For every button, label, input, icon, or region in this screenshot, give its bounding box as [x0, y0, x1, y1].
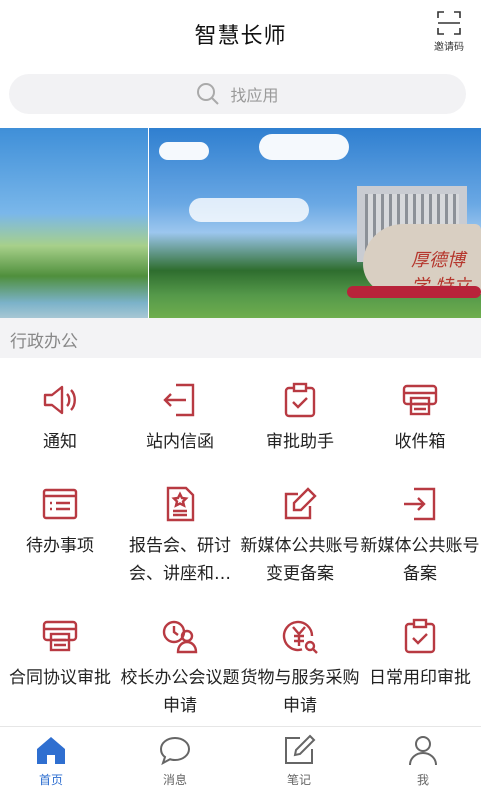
clipboard-check-icon — [360, 616, 480, 656]
app-label: 审批助手 — [266, 432, 334, 452]
top-bar: 智慧长师 邀请码 — [0, 0, 481, 66]
user-clock-icon — [120, 616, 240, 656]
section-header: 行政办公 — [0, 318, 481, 358]
document-star-icon — [120, 484, 240, 524]
app-label: 报告会、研讨会、讲座和… — [129, 536, 231, 584]
app-tile-contract-approval[interactable]: 合同协议审批 — [0, 616, 120, 692]
app-tile-notice[interactable]: 通知 — [0, 380, 120, 456]
app-tile-todo[interactable]: 待办事项 — [0, 484, 120, 560]
printer-icon — [0, 616, 120, 656]
app-tile-report-seminar[interactable]: 报告会、研讨会、讲座和… — [120, 484, 240, 588]
tab-home[interactable]: 首页 — [0, 733, 111, 788]
search-placeholder: 找应用 — [230, 86, 279, 105]
printer-icon — [360, 380, 480, 420]
home-icon — [0, 733, 111, 767]
campus-banner[interactable]: 厚德博学 特立 — [0, 128, 481, 318]
app-label: 新媒体公共账号变更备案 — [240, 536, 360, 584]
tab-notes[interactable]: 笔记 — [239, 733, 359, 788]
invite-code-button[interactable]: 邀请码 — [429, 10, 469, 53]
section-title: 行政办公 — [10, 332, 78, 352]
tab-messages[interactable]: 消息 — [115, 733, 235, 788]
app-label: 货物与服务采购申请 — [240, 668, 360, 716]
app-label: 校长办公会议题申请 — [120, 668, 240, 716]
app-tile-procurement[interactable]: 货物与服务采购申请 — [240, 616, 360, 720]
clipboard-check-icon — [240, 380, 360, 420]
notes-icon — [239, 733, 359, 767]
tab-label: 首页 — [38, 773, 63, 787]
app-label: 收件箱 — [394, 432, 446, 452]
app-label: 合同协议审批 — [9, 668, 111, 688]
invite-code-label: 邀请码 — [434, 42, 464, 53]
tab-label: 笔记 — [286, 773, 311, 787]
tab-label: 消息 — [162, 773, 187, 787]
scan-icon — [429, 10, 469, 36]
yuan-search-icon — [240, 616, 360, 656]
list-icon — [0, 484, 120, 524]
app-label: 待办事项 — [26, 536, 94, 556]
app-tile-president-meeting[interactable]: 校长办公会议题申请 — [120, 616, 240, 720]
login-arrow-icon — [360, 484, 480, 524]
search-input[interactable]: 找应用 — [9, 74, 466, 114]
app-label: 新媒体公共账号备案 — [360, 536, 480, 584]
app-tile-inbox[interactable]: 收件箱 — [360, 380, 480, 456]
app-title: 智慧长师 — [194, 24, 287, 49]
edit-icon — [240, 484, 360, 524]
app-tile-internal-mail[interactable]: 站内信函 — [120, 380, 240, 456]
banner-slide-main: 厚德博学 特立 — [149, 128, 481, 318]
tab-label: 我 — [416, 773, 429, 787]
tab-me[interactable]: 我 — [363, 733, 481, 788]
app-label: 通知 — [43, 432, 77, 452]
speaker-icon — [0, 380, 120, 420]
app-tile-new-media-change[interactable]: 新媒体公共账号变更备案 — [240, 484, 360, 588]
app-tile-new-media-filing[interactable]: 新媒体公共账号备案 — [360, 484, 480, 588]
flower-bed — [347, 286, 481, 298]
bottom-tab-bar: 首页 消息 笔记 我 — [0, 726, 481, 803]
app-tile-seal-approval[interactable]: 日常用印审批 — [360, 616, 480, 692]
user-icon — [363, 733, 481, 767]
app-tile-approval-assistant[interactable]: 审批助手 — [240, 380, 360, 456]
app-label: 站内信函 — [146, 432, 214, 452]
app-label: 日常用印审批 — [369, 668, 471, 688]
message-icon — [115, 733, 235, 767]
banner-slide-left — [0, 128, 148, 318]
search-icon — [196, 82, 220, 106]
login-arrow-icon — [120, 380, 240, 420]
